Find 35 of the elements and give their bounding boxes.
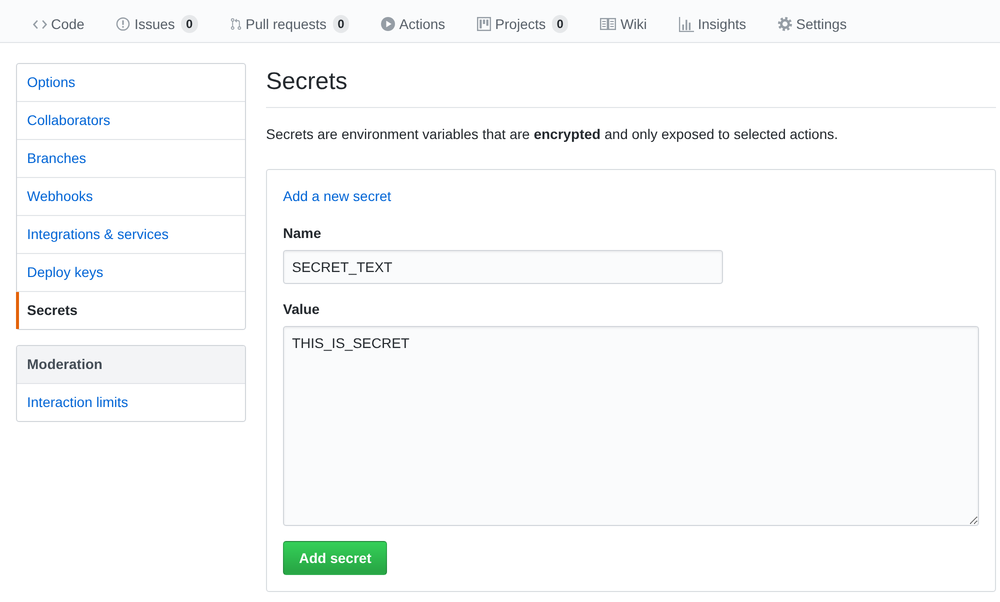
page-title: Secrets (266, 63, 996, 108)
tab-counter: 0 (332, 15, 350, 33)
menu-item[interactable]: Integrations & services (17, 216, 245, 254)
menu-item[interactable]: Webhooks (17, 178, 245, 216)
nav-tab[interactable]: Issues 0 (100, 0, 214, 42)
nav-tab[interactable]: Projects 0 (461, 0, 584, 42)
menu-item[interactable]: Options (17, 64, 245, 102)
nav-tab[interactable]: Insights (662, 0, 762, 42)
menu-item[interactable]: Deploy keys (17, 254, 245, 292)
tab-counter: 0 (180, 15, 198, 33)
textarea-field[interactable]: THIS_IS_SECRET (283, 326, 979, 526)
tab-counter: 0 (552, 15, 568, 33)
nav-tab[interactable]: Settings (762, 0, 863, 42)
nav-tab[interactable]: Wiki (584, 0, 663, 42)
book-icon (600, 18, 616, 30)
pull-request-icon (230, 17, 242, 31)
menu-heading: Moderation (17, 346, 245, 384)
nav-tab[interactable]: Actions (365, 0, 462, 42)
description-text: Secrets are environment variables that are encrypted and only exposed to selected actions. (266, 125, 840, 144)
code-icon (33, 18, 47, 30)
menu-item[interactable]: Branches (17, 140, 245, 178)
field-label: Value (283, 301, 320, 317)
gear-icon (778, 17, 792, 31)
field-label: Name (283, 225, 322, 241)
input-field[interactable]: SECRET_TEXT (283, 250, 723, 284)
nav-tab[interactable]: Code (17, 0, 100, 42)
exclamation-circle-icon (116, 17, 130, 31)
nav-tab[interactable]: Pull requests 0 (214, 0, 366, 42)
board-icon (477, 17, 492, 31)
menu-item[interactable]: Interaction limits (17, 384, 245, 421)
play-icon (381, 17, 396, 31)
bar-chart-icon (678, 16, 694, 32)
menu-item[interactable]: Secrets (16, 292, 245, 329)
menu-item[interactable]: Collaborators (17, 102, 245, 140)
new-secret-link[interactable]: Add a new secret (283, 188, 392, 204)
